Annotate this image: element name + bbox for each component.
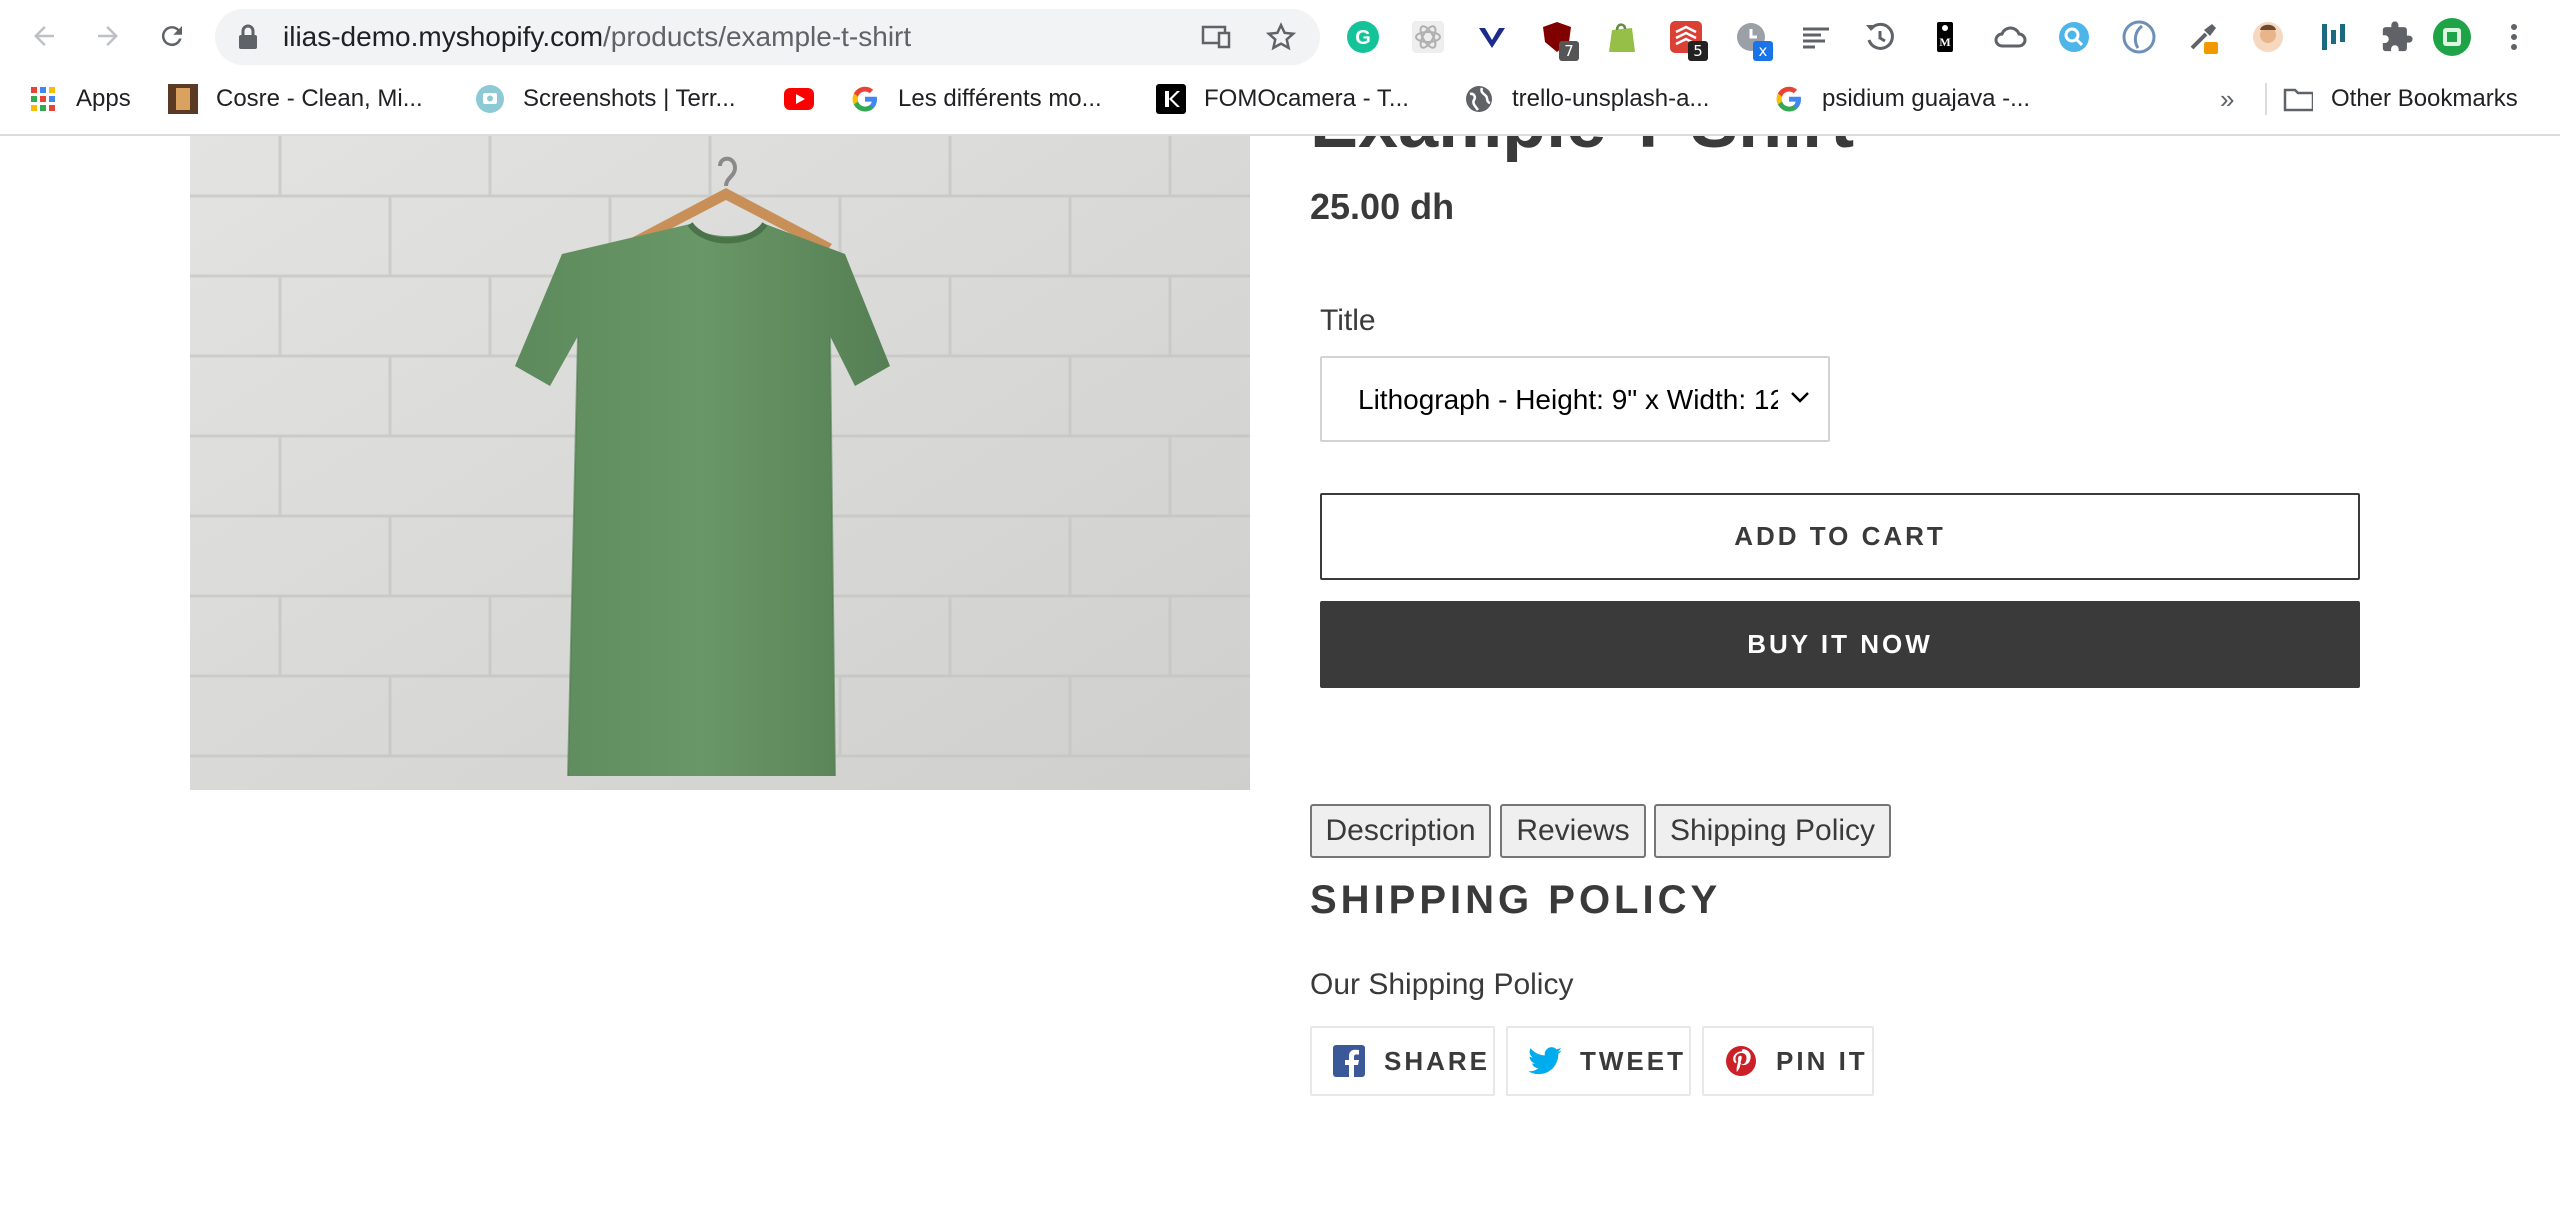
twitter-icon xyxy=(1528,1044,1562,1078)
reload-button[interactable] xyxy=(150,14,194,58)
url-text[interactable]: ilias-demo.myshopify.com/products/exampl… xyxy=(283,9,911,65)
other-bookmarks-label: Other Bookmarks xyxy=(2331,85,2518,112)
tab-shipping-policy[interactable]: Shipping Policy xyxy=(1654,804,1891,858)
avatar-ext-icon[interactable] xyxy=(2248,17,2288,57)
bookmark-label: Les différents mo... xyxy=(898,85,1102,112)
youtube-favicon xyxy=(784,84,814,114)
url-domain: ilias-demo.myshopify.com xyxy=(283,21,604,52)
share-label: SHARE xyxy=(1384,1045,1491,1076)
bookmark-label: Apps xyxy=(76,85,131,112)
tab-reviews[interactable]: Reviews xyxy=(1500,804,1646,858)
bookmark-psidium-guajava[interactable]: psidium guajava -... xyxy=(1774,74,2030,124)
forward-arrow-icon xyxy=(98,26,118,46)
cloud-icon[interactable] xyxy=(1990,17,2030,57)
lock-icon xyxy=(239,24,257,49)
back-button[interactable] xyxy=(22,14,66,58)
circle-ext-icon[interactable] xyxy=(2119,17,2159,57)
bookmark-cosre[interactable]: Cosre - Clean, Mi... xyxy=(168,74,423,124)
bookmark-fomocamera[interactable]: FOMOcamera - T... xyxy=(1156,74,1409,124)
browser-toolbar: ilias-demo.myshopify.com/products/exampl… xyxy=(0,0,2560,74)
shipping-policy-heading: SHIPPING POLICY xyxy=(1310,878,1722,922)
bookmark-youtube[interactable] xyxy=(784,74,832,124)
back-arrow-icon xyxy=(34,26,54,46)
bookmark-label: FOMOcamera - T... xyxy=(1204,85,1409,112)
variant-select[interactable]: Lithograph - Height: 9" x Width: 12" xyxy=(1320,356,1830,442)
chrome-menu-icon[interactable] xyxy=(2494,17,2534,57)
bookmarks-overflow-chevron[interactable]: » xyxy=(2220,74,2234,124)
search-ext-icon[interactable] xyxy=(2054,17,2094,57)
todoist-badge: 5 xyxy=(1688,41,1708,61)
variant-select-value: Lithograph - Height: 9" x Width: 12" xyxy=(1358,384,1778,415)
share-pinterest-button[interactable]: PIN IT xyxy=(1702,1026,1874,1096)
vimeo-icon[interactable] xyxy=(1472,17,1512,57)
product-title: Example T-Shirt xyxy=(1310,136,1854,164)
eyedropper-icon[interactable] xyxy=(2183,17,2223,57)
product-page: Example T-Shirt 25.00 dh Title Lithograp… xyxy=(0,136,2560,1218)
buy-it-now-button[interactable]: BUY IT NOW xyxy=(1320,601,2360,688)
other-bookmarks[interactable]: Other Bookmarks xyxy=(2283,74,2518,124)
apps-grid-icon xyxy=(28,84,58,114)
medium-icon[interactable]: M xyxy=(1925,17,1965,57)
puzzle-icon[interactable] xyxy=(2377,17,2417,57)
tab-description[interactable]: Description xyxy=(1310,804,1491,858)
svg-text:G: G xyxy=(1355,27,1371,49)
google-favicon xyxy=(850,84,880,114)
pinterest-icon xyxy=(1724,1044,1758,1078)
bookmark-les-differents[interactable]: Les différents mo... xyxy=(850,74,1102,124)
ublock-badge: 7 xyxy=(1559,41,1579,61)
bookmark-screenshots[interactable]: Screenshots | Terr... xyxy=(475,74,736,124)
ublock-icon[interactable]: 7 xyxy=(1537,17,1579,61)
profile-icon[interactable] xyxy=(2432,17,2472,57)
bookmark-label: Screenshots | Terr... xyxy=(523,85,736,112)
add-to-cart-button[interactable]: ADD TO CART xyxy=(1320,493,2360,580)
facebook-icon xyxy=(1332,1044,1366,1078)
variant-label: Title xyxy=(1320,304,1376,337)
grammarly-icon[interactable]: G xyxy=(1343,17,1383,57)
product-image[interactable] xyxy=(190,136,1250,790)
fomocamera-favicon xyxy=(1156,84,1186,114)
svg-text:M: M xyxy=(1939,35,1950,49)
react-devtools-icon[interactable] xyxy=(1408,17,1448,57)
timer-badge: x xyxy=(1753,41,1773,61)
cosre-favicon xyxy=(168,84,198,114)
share-twitter-button[interactable]: TWEET xyxy=(1506,1026,1691,1096)
todoist-icon[interactable]: 5 xyxy=(1666,17,1708,61)
pin-it-label: PIN IT xyxy=(1776,1045,1868,1076)
cast-icon[interactable] xyxy=(1200,21,1232,53)
reload-icon xyxy=(161,26,182,47)
bookmark-trello-unsplash[interactable]: trello-unsplash-a... xyxy=(1464,74,1709,124)
globe-favicon xyxy=(1464,84,1494,114)
bookmarks-bar: Apps Cosre - Clean, Mi... Screenshots | … xyxy=(0,74,2560,136)
product-price: 25.00 dh xyxy=(1310,186,1455,227)
tshirt-photo xyxy=(190,136,1250,790)
bookmark-label: Cosre - Clean, Mi... xyxy=(216,85,423,112)
folder-icon xyxy=(2283,84,2313,114)
url-path: /products/example-t-shirt xyxy=(603,21,912,52)
google-favicon xyxy=(1774,84,1804,114)
share-facebook-button[interactable]: SHARE xyxy=(1310,1026,1495,1096)
history-icon[interactable] xyxy=(1860,17,1900,57)
bookmarks-divider xyxy=(2265,83,2267,115)
bookmark-apps[interactable]: Apps xyxy=(28,74,131,124)
bookmark-label: psidium guajava -... xyxy=(1822,85,2031,112)
screenshots-favicon xyxy=(475,84,505,114)
tweet-label: TWEET xyxy=(1580,1045,1686,1076)
bookmark-label: trello-unsplash-a... xyxy=(1512,85,1710,112)
address-bar[interactable]: ilias-demo.myshopify.com/products/exampl… xyxy=(215,9,1320,65)
lines-icon[interactable] xyxy=(1796,17,1836,57)
shopify-icon[interactable] xyxy=(1602,17,1642,57)
chevron-down-icon xyxy=(1791,392,1809,403)
bars-ext-icon[interactable] xyxy=(2313,17,2353,57)
shipping-policy-body: Our Shipping Policy xyxy=(1310,968,1574,1001)
timer-icon[interactable]: x xyxy=(1731,17,1773,61)
bookmark-star-icon[interactable] xyxy=(1265,21,1297,53)
forward-button[interactable] xyxy=(86,14,130,58)
